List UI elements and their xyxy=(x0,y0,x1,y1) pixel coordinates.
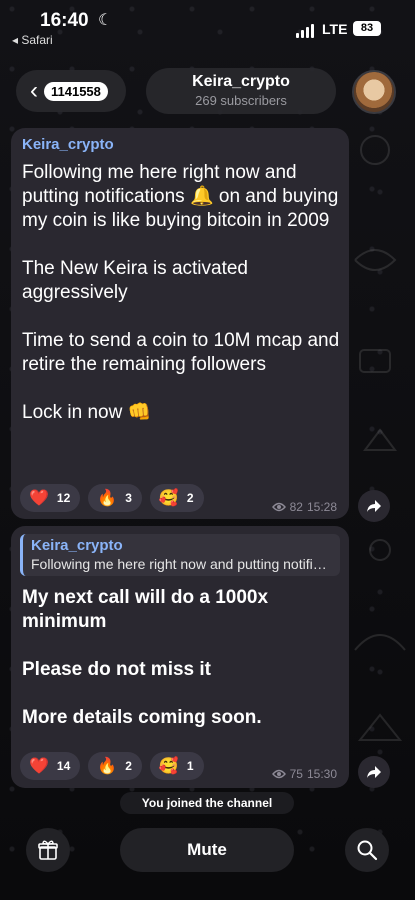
eye-icon xyxy=(271,502,286,512)
subscriber-count: 269 subscribers xyxy=(195,93,287,108)
unread-count-badge: 1141558 xyxy=(44,81,108,101)
reaction-smiling-hearts[interactable]: 🥰 1 xyxy=(149,752,204,780)
service-message: You joined the channel xyxy=(120,792,294,814)
share-icon xyxy=(367,766,381,778)
message-text: My next call will do a 1000x minimum Ple… xyxy=(22,587,269,728)
back-chevron-icon: ‹ xyxy=(30,77,38,104)
network-label: LTE xyxy=(322,21,348,37)
reaction-count: 12 xyxy=(56,491,71,505)
reaction-fire[interactable]: 🔥 2 xyxy=(88,752,142,780)
reaction-count: 1 xyxy=(186,759,194,773)
reaction-count: 2 xyxy=(125,759,132,773)
smiling-hearts-emoji-icon: 🥰 xyxy=(158,758,179,775)
view-count: 75 xyxy=(289,767,303,781)
back-button[interactable]: ‹ 1141558 xyxy=(16,70,126,112)
share-button[interactable] xyxy=(358,490,390,522)
channel-name: Keira_crypto xyxy=(192,73,290,90)
message-time: 15:30 xyxy=(306,767,337,781)
channel-avatar[interactable] xyxy=(352,70,396,114)
quote-author: Keira_crypto xyxy=(31,537,123,554)
search-icon xyxy=(357,840,378,861)
channel-title-button[interactable]: Keira_crypto 269 subscribers xyxy=(146,68,336,114)
message-time: 15:28 xyxy=(306,500,337,514)
reaction-count: 2 xyxy=(186,491,194,505)
message-bubble[interactable]: Keira_crypto Following me here right now… xyxy=(11,526,349,788)
status-time: 16:40 xyxy=(40,10,89,31)
reaction-count: 14 xyxy=(56,759,71,773)
search-button[interactable] xyxy=(345,828,389,872)
message-meta: 75 15:30 xyxy=(271,767,337,781)
message-meta: 82 15:28 xyxy=(271,500,337,514)
reply-quote[interactable]: Keira_crypto Following me here right now… xyxy=(20,534,340,576)
reaction-count: 3 xyxy=(125,491,132,505)
battery-icon: 83 xyxy=(353,21,381,36)
fire-emoji-icon: 🔥 xyxy=(97,490,118,507)
reaction-heart[interactable]: ❤️ 14 xyxy=(20,752,81,780)
reaction-fire[interactable]: 🔥 3 xyxy=(88,484,142,512)
status-bar: 16:40 ☾ ◂ Safari LTE 83 xyxy=(0,0,415,52)
reactions-row: ❤️ 12 🔥 3 🥰 2 xyxy=(20,484,204,512)
heart-emoji-icon: ❤️ xyxy=(29,758,49,775)
moon-icon: ☾ xyxy=(98,12,113,29)
share-button[interactable] xyxy=(358,756,390,788)
back-to-safari-link[interactable]: ◂ Safari xyxy=(12,33,53,47)
fire-emoji-icon: 🔥 xyxy=(97,758,118,775)
gift-icon xyxy=(38,840,58,860)
heart-emoji-icon: ❤️ xyxy=(29,490,49,507)
signal-icon xyxy=(296,24,314,38)
quote-text: Following me here right now and putting … xyxy=(31,556,332,572)
mute-button[interactable]: Mute xyxy=(120,828,294,872)
message-author: Keira_crypto xyxy=(22,136,114,153)
reaction-smiling-hearts[interactable]: 🥰 2 xyxy=(149,484,204,512)
message-bubble[interactable]: Keira_crypto Following me here right now… xyxy=(11,128,349,519)
background-doodle-pattern xyxy=(354,135,406,741)
view-count: 82 xyxy=(289,500,303,514)
smiling-hearts-emoji-icon: 🥰 xyxy=(158,490,179,507)
share-icon xyxy=(367,500,381,512)
gift-button[interactable] xyxy=(26,828,70,872)
reaction-heart[interactable]: ❤️ 12 xyxy=(20,484,81,512)
eye-icon xyxy=(271,769,286,779)
message-text: Following me here right now and putting … xyxy=(22,162,340,423)
reactions-row: ❤️ 14 🔥 2 🥰 1 xyxy=(20,752,204,780)
